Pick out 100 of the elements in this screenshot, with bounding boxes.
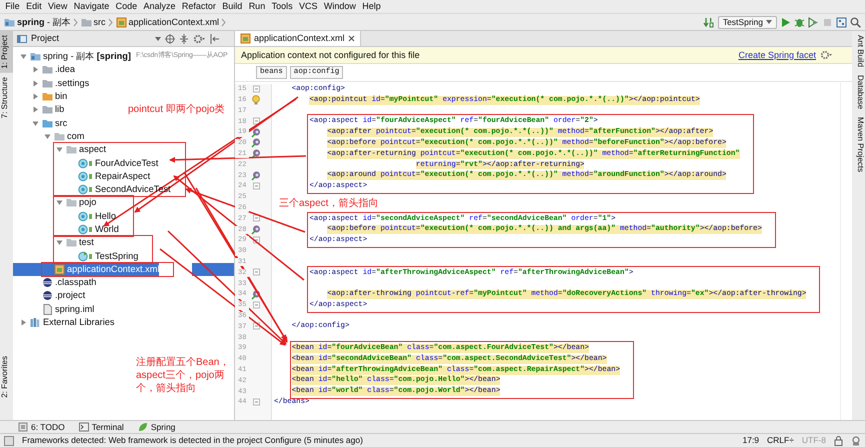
menu-item[interactable]: Code (112, 1, 140, 12)
tree-item[interactable]: RepairAspect (66, 170, 150, 183)
menu-item[interactable]: Edit (22, 1, 45, 12)
build-icon[interactable] (702, 16, 715, 28)
run-configuration-dropdown[interactable]: TestSpring (718, 16, 777, 28)
advice-marker-icon[interactable] (251, 149, 261, 160)
close-icon[interactable] (348, 35, 355, 42)
lock-icon[interactable] (834, 436, 843, 446)
tool-window-tab[interactable]: Database (852, 71, 865, 114)
annotation-text: 注册配置五个Bean，aspect三个，pojo两个，箭头指向 (136, 356, 230, 395)
run-icon[interactable] (780, 16, 791, 28)
collapse-icon[interactable] (179, 34, 189, 44)
locate-icon[interactable] (165, 34, 175, 44)
collapsed-arrow-icon[interactable] (32, 66, 38, 74)
breadcrumb-item[interactable]: src (94, 16, 106, 28)
tree-item[interactable]: .idea (30, 63, 75, 77)
tree-item[interactable]: .settings (30, 76, 90, 90)
tool-window-tab[interactable]: 6: TODO (18, 422, 65, 432)
caret-position[interactable]: 17:9 (742, 435, 760, 446)
status-toggle-icon[interactable] (4, 436, 14, 446)
tool-window-tab[interactable]: Ant Build (852, 31, 865, 72)
tool-window-tab[interactable]: 2: Favorites (0, 352, 13, 402)
coverage-icon[interactable] (808, 16, 819, 28)
editor-tab[interactable]: applicationContext.xml (235, 31, 361, 46)
advice-marker-icon[interactable] (251, 128, 261, 138)
breadcrumb-item[interactable]: spring - 副本 (17, 16, 71, 28)
expanded-arrow-icon[interactable] (32, 120, 38, 127)
tree-item[interactable]: FourAdviceTest (66, 156, 158, 170)
tool-window-tab[interactable]: Spring (138, 422, 176, 432)
menu-item[interactable]: Run (246, 1, 268, 12)
menu-item[interactable]: View (44, 1, 71, 12)
tree-item[interactable]: World (66, 222, 119, 236)
lightbulb-icon[interactable] (252, 95, 260, 106)
settings-icon[interactable] (193, 34, 205, 44)
menu-item[interactable]: Help (359, 1, 384, 12)
expanded-arrow-icon[interactable] (20, 53, 26, 60)
menu-item[interactable]: Analyze (140, 1, 179, 12)
expanded-arrow-icon[interactable] (56, 239, 62, 246)
menu-item[interactable]: VCS (296, 1, 321, 12)
advice-marker-icon[interactable] (251, 170, 261, 181)
fold-marker-icon[interactable] (252, 398, 260, 407)
folder-icon (42, 91, 53, 102)
project-structure-icon[interactable] (836, 16, 847, 28)
tree-item[interactable]: aspect (54, 143, 106, 156)
class-icon (78, 158, 93, 169)
tool-window-tab[interactable]: Maven Projects (852, 113, 865, 176)
fold-marker-icon[interactable] (252, 214, 260, 224)
expanded-arrow-icon[interactable] (56, 199, 62, 206)
fold-marker-icon[interactable] (252, 84, 260, 94)
chevron-icon (72, 18, 78, 26)
menu-item[interactable]: Navigate (70, 1, 112, 12)
expanded-arrow-icon[interactable] (44, 132, 50, 140)
folder-icon (66, 144, 77, 156)
settings-icon[interactable] (820, 50, 832, 60)
line-separator[interactable]: CRLF÷ (767, 435, 794, 446)
create-facet-link[interactable]: Create Spring facet (738, 50, 816, 60)
tree-item[interactable]: test (54, 236, 94, 250)
tree-item[interactable]: spring.iml (30, 302, 94, 316)
hide-panel-icon[interactable] (209, 34, 219, 44)
menu-item[interactable]: Window (320, 1, 360, 12)
collapsed-arrow-icon[interactable] (32, 80, 38, 87)
fold-marker-icon[interactable] (252, 322, 260, 332)
tool-window-tab[interactable]: 1: Project (0, 31, 13, 73)
menu-item[interactable]: File (2, 1, 23, 12)
inspector-icon[interactable] (851, 436, 861, 446)
collapsed-arrow-icon[interactable] (20, 319, 26, 326)
advice-marker-icon[interactable] (251, 138, 261, 148)
tree-item[interactable]: Hello (66, 210, 116, 223)
tool-window-tab[interactable]: 7: Structure (0, 72, 13, 122)
menu-item[interactable]: Build (219, 1, 246, 12)
tree-item[interactable]: com (42, 130, 84, 144)
fold-marker-icon[interactable] (252, 268, 260, 278)
fold-marker-icon[interactable] (252, 117, 260, 126)
menu-item[interactable]: Tools (268, 1, 296, 12)
tree-item[interactable]: applicationContext.xml (42, 262, 160, 276)
search-icon[interactable] (850, 16, 861, 28)
tree-item[interactable]: TestSpring (66, 249, 138, 263)
leaf-icon (138, 422, 148, 432)
tree-item[interactable]: .classpath (30, 276, 96, 290)
collapsed-arrow-icon[interactable] (32, 106, 38, 114)
test-class-icon (78, 250, 93, 262)
advice-marker-icon[interactable] (251, 224, 261, 235)
tree-item[interactable]: src (30, 116, 68, 130)
menu-item[interactable]: Refactor (178, 1, 220, 12)
expanded-arrow-icon[interactable] (56, 146, 62, 154)
fold-marker-icon[interactable] (252, 300, 260, 310)
tree-item[interactable]: pojo (54, 196, 96, 210)
tree-item[interactable]: External Libraries (18, 316, 114, 330)
tree-item[interactable]: .project (30, 289, 86, 303)
notification-text: Application context not configured for this file (241, 50, 420, 60)
tool-window-tab[interactable]: Terminal (78, 422, 124, 432)
tree-item[interactable]: bin (30, 90, 68, 104)
tree-item[interactable]: lib (30, 103, 64, 116)
fold-marker-icon[interactable] (252, 182, 260, 192)
project-view-icon (17, 34, 27, 44)
caret-icon[interactable] (155, 36, 161, 40)
breadcrumb-item[interactable]: applicationContext.xml (128, 16, 220, 28)
bug-icon[interactable] (794, 16, 805, 28)
advice-marker-icon[interactable] (251, 290, 261, 300)
collapsed-arrow-icon[interactable] (32, 93, 38, 100)
